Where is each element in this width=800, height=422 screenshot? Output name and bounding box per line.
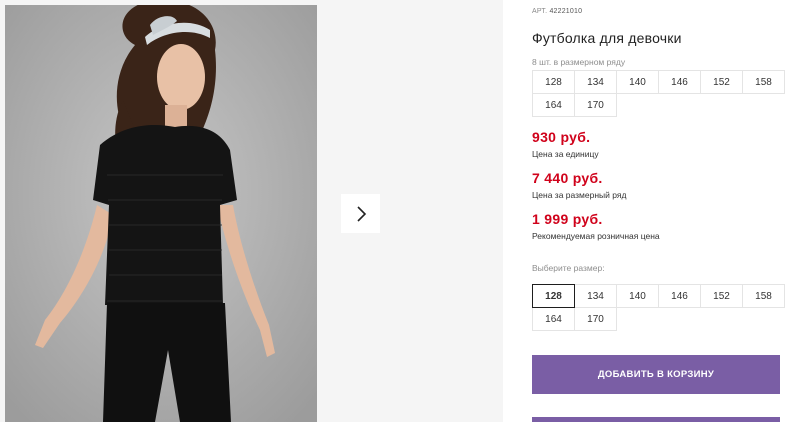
- size-option[interactable]: 152: [700, 284, 743, 308]
- pack-size-cell: 140: [616, 70, 659, 94]
- pack-sizes-note: 8 шт. в размерном ряду: [532, 57, 626, 67]
- pack-size-cell: 146: [658, 70, 701, 94]
- article-label: АРТ.: [532, 8, 548, 15]
- article-number: 42221010: [549, 8, 583, 15]
- product-info-panel: АРТ. 42221010 Футболка для девочки 8 шт.…: [532, 0, 800, 422]
- size-option-selected[interactable]: 128: [532, 284, 575, 308]
- add-to-cart-button[interactable]: ДОБАВИТЬ В КОРЗИНУ: [532, 355, 780, 394]
- product-title: Футболка для девочки: [532, 30, 682, 46]
- pack-price: 7 440 руб.: [532, 170, 603, 186]
- size-option[interactable]: 134: [574, 284, 617, 308]
- pack-size-cell: 152: [700, 70, 743, 94]
- unit-price-label: Цена за единицу: [532, 149, 599, 159]
- chevron-right-icon: [356, 205, 366, 222]
- secondary-action-button[interactable]: [532, 417, 780, 422]
- size-option[interactable]: 140: [616, 284, 659, 308]
- retail-price: 1 999 руб.: [532, 211, 603, 227]
- pack-size-cell: 128: [532, 70, 575, 94]
- pack-size-cell: 164: [532, 93, 575, 117]
- article-code: АРТ. 42221010: [532, 8, 582, 15]
- pack-size-cell: 158: [742, 70, 785, 94]
- product-gallery: [0, 0, 503, 422]
- pack-size-cell: 134: [574, 70, 617, 94]
- retail-price-label: Рекомендуемая розничная цена: [532, 231, 660, 241]
- girl-in-black-top-image: [5, 5, 317, 422]
- size-option[interactable]: 146: [658, 284, 701, 308]
- pack-size-cell: 170: [574, 93, 617, 117]
- size-option[interactable]: 170: [574, 307, 617, 331]
- size-option[interactable]: 158: [742, 284, 785, 308]
- gallery-next-button[interactable]: [341, 194, 380, 233]
- size-picker-label: Выберите размер:: [532, 263, 605, 273]
- pack-price-label: Цена за размерный ряд: [532, 190, 627, 200]
- size-option[interactable]: 164: [532, 307, 575, 331]
- unit-price: 930 руб.: [532, 129, 591, 145]
- product-photo[interactable]: [5, 5, 317, 422]
